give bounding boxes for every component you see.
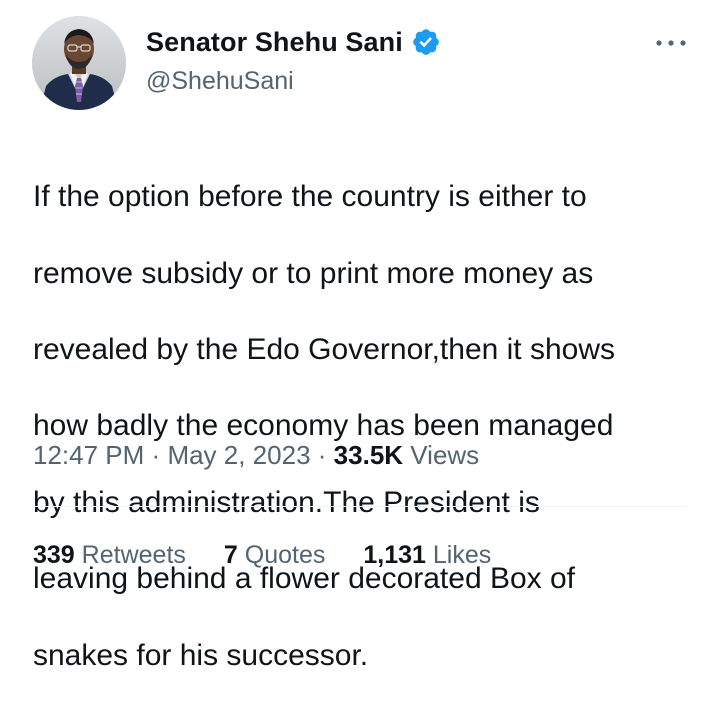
quotes-label: Quotes (244, 541, 326, 569)
tweet-text-line: remove subsidy or to print more money as (33, 256, 594, 290)
tweet-time[interactable]: 12:47 PM (33, 440, 144, 470)
quotes-count: 7 (223, 541, 238, 569)
likes-count: 1,131 (363, 541, 426, 569)
more-horizontal-icon[interactable] (654, 33, 688, 53)
author-name-row: Senator Shehu Sani (146, 26, 441, 58)
tweet-text-line: snakes for his successor. (33, 638, 369, 672)
meta-separator: · (317, 440, 327, 470)
engagement-stats: 339 Retweets 7 Quotes 1,131 Likes (33, 539, 491, 571)
retweets-stat[interactable]: 339 Retweets (33, 539, 186, 571)
tweet-text: If the option before the country is eith… (33, 140, 693, 713)
retweets-label: Retweets (81, 541, 186, 569)
tweet-text-line: If the option before the country is eith… (33, 180, 587, 214)
likes-stat[interactable]: 1,131 Likes (363, 539, 491, 571)
avatar-image (32, 16, 126, 110)
verified-badge-icon[interactable] (411, 27, 441, 57)
tweet-date[interactable]: May 2, 2023 (167, 440, 310, 470)
divider (33, 506, 687, 507)
retweets-count: 339 (33, 541, 75, 569)
author-display-name[interactable]: Senator Shehu Sani (146, 26, 403, 58)
avatar[interactable] (32, 16, 126, 110)
author-handle[interactable]: @ShehuSani (146, 66, 294, 96)
tweet-text-line: revealed by the Edo Governor,then it sho… (33, 333, 616, 367)
views-label: Views (410, 440, 480, 470)
tweet-meta: 12:47 PM · May 2, 2023 · 33.5K Views (33, 438, 479, 472)
meta-separator: · (151, 440, 161, 470)
quotes-stat[interactable]: 7 Quotes (224, 539, 325, 571)
likes-label: Likes (432, 541, 492, 569)
tweet-text-line: by this administration.The President is (33, 485, 540, 519)
views-count: 33.5K (333, 440, 404, 470)
